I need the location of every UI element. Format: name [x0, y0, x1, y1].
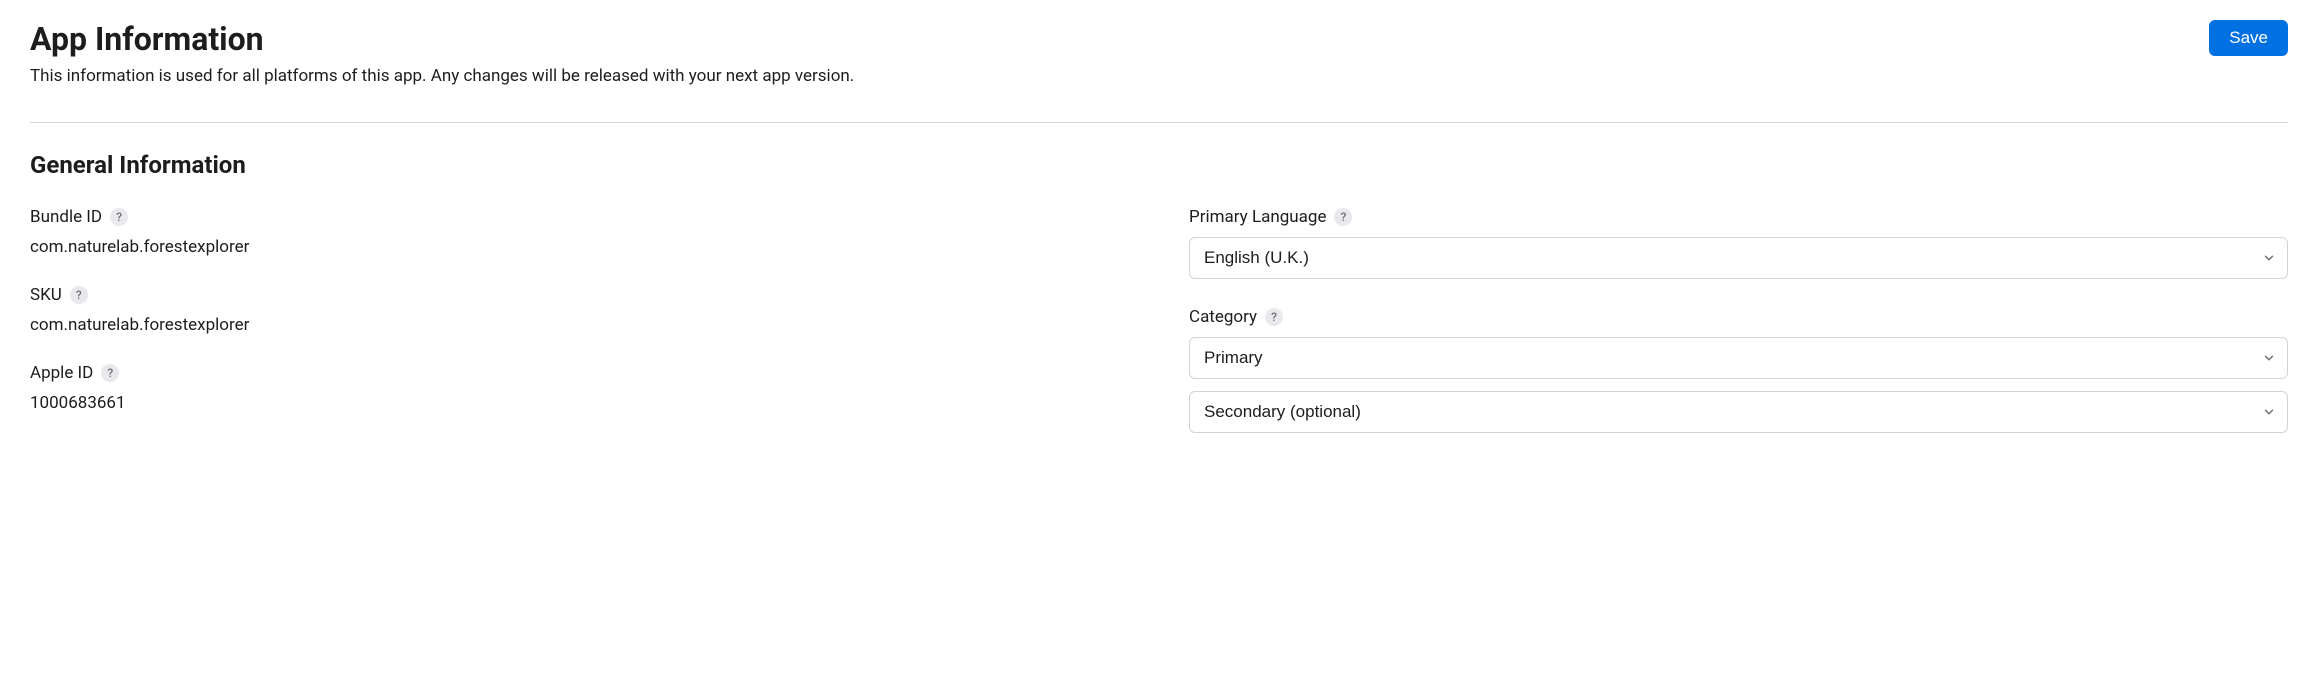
section-title: General Information	[30, 151, 2288, 179]
help-icon[interactable]: ?	[1334, 208, 1352, 226]
primary-language-field: Primary Language ? English (U.K.)	[1189, 207, 2288, 279]
right-column: Primary Language ? English (U.K.) Catego…	[1189, 207, 2288, 461]
apple-id-label: Apple ID	[30, 363, 93, 383]
help-icon[interactable]: ?	[70, 286, 88, 304]
section-divider	[30, 122, 2288, 123]
left-column: Bundle ID ? com.naturelab.forestexplorer…	[30, 207, 1129, 461]
category-field: Category ? Primary Secondary (optional)	[1189, 307, 2288, 433]
bundle-id-label: Bundle ID	[30, 207, 102, 227]
category-primary-select[interactable]: Primary	[1189, 337, 2288, 379]
page-title: App Information	[30, 20, 2209, 58]
sku-field: SKU ? com.naturelab.forestexplorer	[30, 285, 1129, 335]
help-icon[interactable]: ?	[110, 208, 128, 226]
sku-label: SKU	[30, 285, 62, 305]
primary-language-label: Primary Language	[1189, 207, 1326, 227]
category-label: Category	[1189, 307, 1257, 327]
help-icon[interactable]: ?	[1265, 308, 1283, 326]
bundle-id-field: Bundle ID ? com.naturelab.forestexplorer	[30, 207, 1129, 257]
primary-language-select[interactable]: English (U.K.)	[1189, 237, 2288, 279]
apple-id-value: 1000683661	[30, 393, 1129, 413]
help-icon[interactable]: ?	[101, 364, 119, 382]
page-subtitle: This information is used for all platfor…	[30, 66, 2209, 86]
sku-value: com.naturelab.forestexplorer	[30, 315, 1129, 335]
save-button[interactable]: Save	[2209, 20, 2288, 56]
bundle-id-value: com.naturelab.forestexplorer	[30, 237, 1129, 257]
category-secondary-select[interactable]: Secondary (optional)	[1189, 391, 2288, 433]
apple-id-field: Apple ID ? 1000683661	[30, 363, 1129, 413]
